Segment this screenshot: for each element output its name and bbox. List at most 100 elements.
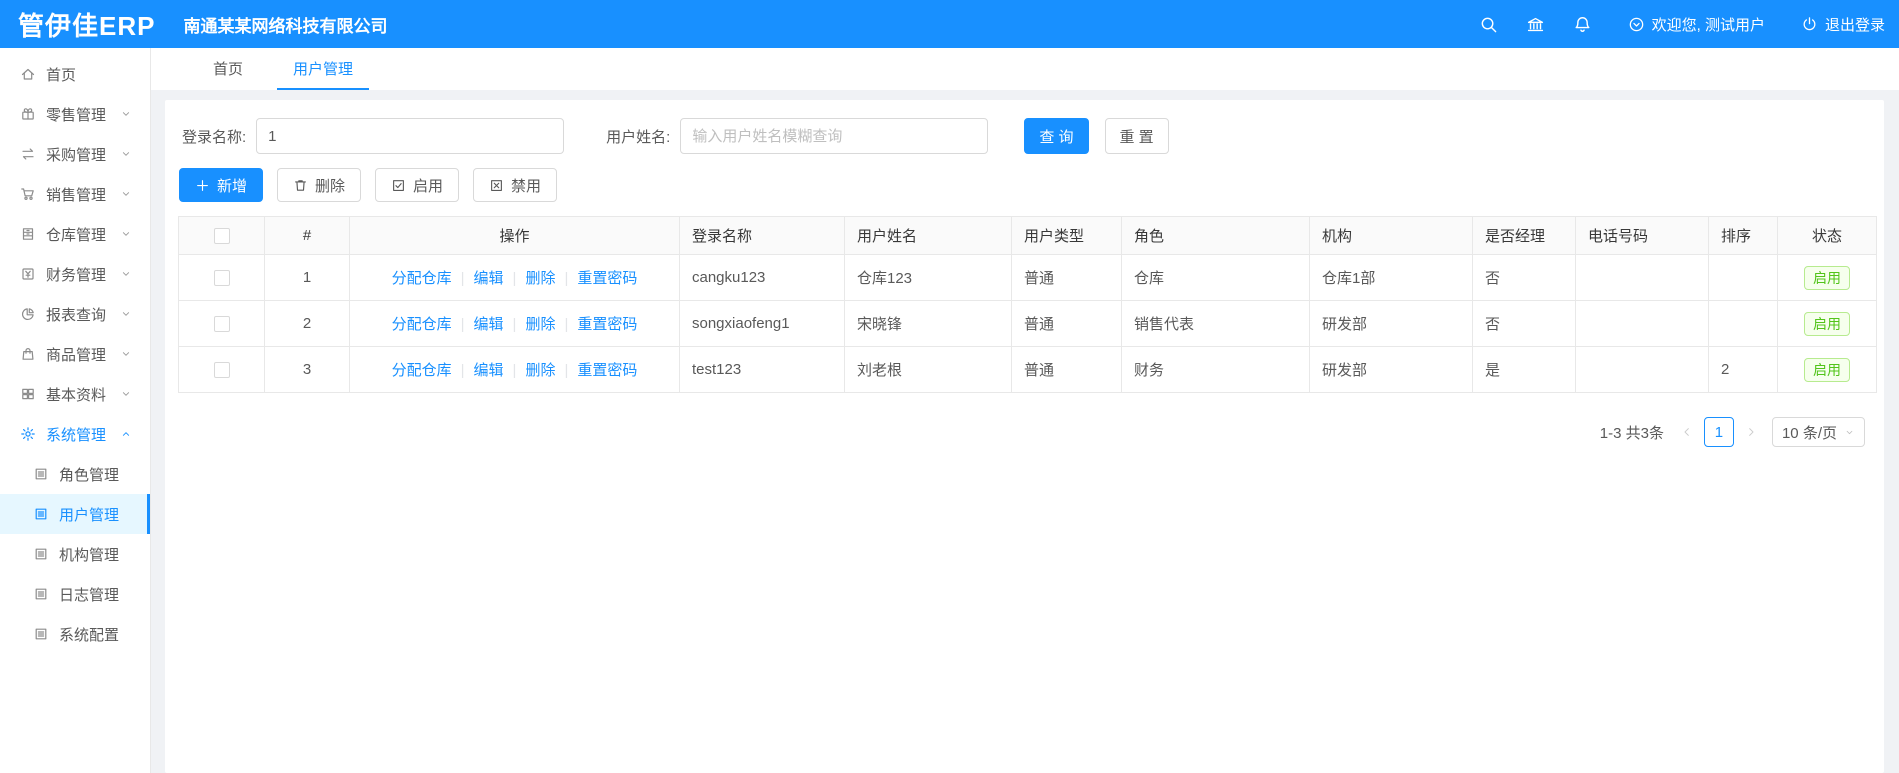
tab-home[interactable]: 首页 [197, 48, 259, 90]
sidebar: 首页零售管理 采购管理销售管理仓库管理财务管理报表查询商品管理基本资料系统管理角色… [0, 48, 151, 773]
sidebar-item-label: 仓库管理 [46, 226, 107, 244]
chevron-down-icon [120, 348, 132, 360]
disable-button[interactable]: 禁用 [473, 168, 558, 202]
swap-icon [20, 146, 36, 162]
reset-password-link[interactable]: 重置密码 [577, 316, 637, 333]
edit-link[interactable]: 编辑 [474, 270, 504, 287]
bell-icon[interactable] [1573, 15, 1592, 34]
logout-button[interactable]: 退出登录 [1801, 14, 1885, 35]
gear-icon [20, 426, 36, 442]
chevron-down-icon [1844, 427, 1855, 438]
delete-link[interactable]: 删除 [525, 316, 555, 333]
finance-icon [20, 266, 36, 282]
chevron-up-icon [120, 428, 132, 440]
sidebar-subitem-org[interactable]: 机构管理 [0, 534, 150, 574]
row-checkbox[interactable] [213, 362, 230, 379]
cell-checkbox [178, 300, 265, 347]
col-index: # [264, 216, 350, 255]
main-area: 首页 用户管理 登录名称: 用户姓名: 查 询 重 置 新增 [151, 48, 1899, 773]
chevron-left-icon [1681, 426, 1693, 438]
tabbar: 首页 用户管理 [151, 48, 1899, 90]
sidebar-subitem-user[interactable]: 用户管理 [0, 494, 150, 534]
reset-password-link[interactable]: 重置密码 [577, 270, 637, 287]
sidebar-item-report[interactable]: 报表查询 [0, 294, 150, 334]
delete-link[interactable]: 删除 [525, 270, 555, 287]
table-row: 3 分配仓库 | 编辑 | 删除 | 重置密码 test123 刘老根 普通 财务 研发部是 2 启用 [178, 346, 1877, 393]
filter-bar: 登录名称: 用户姓名: 查 询 重 置 [182, 118, 1871, 154]
sidebar-item-label: 系统管理 [46, 426, 107, 444]
enable-button[interactable]: 启用 [375, 168, 460, 202]
sidebar-item-label: 财务管理 [46, 266, 107, 284]
chevron-down-icon [120, 308, 132, 320]
table-header-row: # 操作 登录名称 用户姓名 用户类型 角色 机构 是否经理 电话号码 排序 状态 [178, 216, 1877, 255]
link-separator: | [460, 362, 465, 379]
current-page-button[interactable]: 1 [1703, 417, 1734, 447]
company-name: 南通某某网络科技有限公司 [183, 16, 388, 36]
cell-index: 3 [264, 346, 350, 393]
row-checkbox[interactable] [213, 316, 230, 333]
edit-link[interactable]: 编辑 [474, 362, 504, 379]
page-size-select[interactable]: 10 条/页 [1771, 417, 1865, 447]
cart-icon [20, 186, 36, 202]
sidebar-item-label: 报表查询 [46, 306, 107, 324]
login-name-input[interactable] [256, 118, 565, 154]
assign-warehouse-link[interactable]: 分配仓库 [392, 316, 452, 333]
cell-role: 财务 [1121, 346, 1310, 393]
doc-icon [33, 506, 49, 522]
cell-is-manager: 否 [1472, 254, 1576, 301]
sidebar-item-finance[interactable]: 财务管理 [0, 254, 150, 294]
link-separator: | [460, 270, 465, 287]
doc-icon [33, 586, 49, 602]
sidebar-item-system[interactable]: 系统管理 [0, 414, 150, 454]
sidebar-item-label: 销售管理 [46, 186, 107, 204]
reset-password-link[interactable]: 重置密码 [577, 362, 637, 379]
page-size-value: 10 条/页 [1781, 424, 1837, 442]
cell-login-name: cangku123 [679, 254, 845, 301]
search-button[interactable]: 查 询 [1024, 118, 1089, 154]
sidebar-item-label: 首页 [46, 66, 77, 84]
link-separator: | [460, 316, 465, 333]
sidebar-subitem-config[interactable]: 系统配置 [0, 614, 150, 654]
select-all-checkbox[interactable] [213, 228, 230, 245]
col-status: 状态 [1777, 216, 1877, 255]
assign-warehouse-link[interactable]: 分配仓库 [392, 270, 452, 287]
col-sort: 排序 [1708, 216, 1778, 255]
user-name-input[interactable] [680, 118, 989, 154]
user-menu[interactable]: 欢迎您, 测试用户 [1628, 14, 1765, 35]
gift-icon [20, 106, 36, 122]
delete-link[interactable]: 删除 [525, 362, 555, 379]
assign-warehouse-link[interactable]: 分配仓库 [392, 362, 452, 379]
col-is-manager: 是否经理 [1472, 216, 1576, 255]
plus-icon [195, 178, 210, 193]
prev-page-button[interactable] [1674, 418, 1700, 446]
sidebar-item-retail[interactable]: 零售管理 [0, 94, 150, 134]
sidebar-item-warehouse[interactable]: 仓库管理 [0, 214, 150, 254]
add-button-label: 新增 [217, 177, 248, 195]
cell-checkbox [178, 346, 265, 393]
sidebar-item-purchase[interactable]: 采购管理 [0, 134, 150, 174]
sidebar-item-sales[interactable]: 销售管理 [0, 174, 150, 214]
sidebar-item-label: 基本资料 [46, 386, 107, 404]
cell-role: 销售代表 [1121, 300, 1310, 347]
chevron-down-icon [120, 108, 132, 120]
search-icon[interactable] [1479, 15, 1498, 34]
add-button[interactable]: 新增 [179, 168, 264, 202]
pie-chart-icon [20, 306, 36, 322]
edit-link[interactable]: 编辑 [474, 316, 504, 333]
cell-org: 仓库1部 [1309, 254, 1473, 301]
reset-button[interactable]: 重 置 [1104, 118, 1169, 154]
row-checkbox[interactable] [213, 270, 230, 287]
sidebar-subitem-log[interactable]: 日志管理 [0, 574, 150, 614]
sidebar-item-basic[interactable]: 基本资料 [0, 374, 150, 414]
cell-index: 2 [264, 300, 350, 347]
sidebar-item-goods[interactable]: 商品管理 [0, 334, 150, 374]
sidebar-subitem-role[interactable]: 角色管理 [0, 454, 150, 494]
cell-status: 启用 [1777, 300, 1877, 347]
sidebar-item-home[interactable]: 首页 [0, 54, 150, 94]
tab-user-management[interactable]: 用户管理 [277, 48, 370, 90]
welcome-text: 欢迎您, 测试用户 [1651, 16, 1765, 34]
cell-sort: 2 [1708, 346, 1778, 393]
bank-icon[interactable] [1526, 15, 1545, 34]
next-page-button[interactable] [1738, 418, 1764, 446]
delete-button[interactable]: 删除 [277, 168, 362, 202]
